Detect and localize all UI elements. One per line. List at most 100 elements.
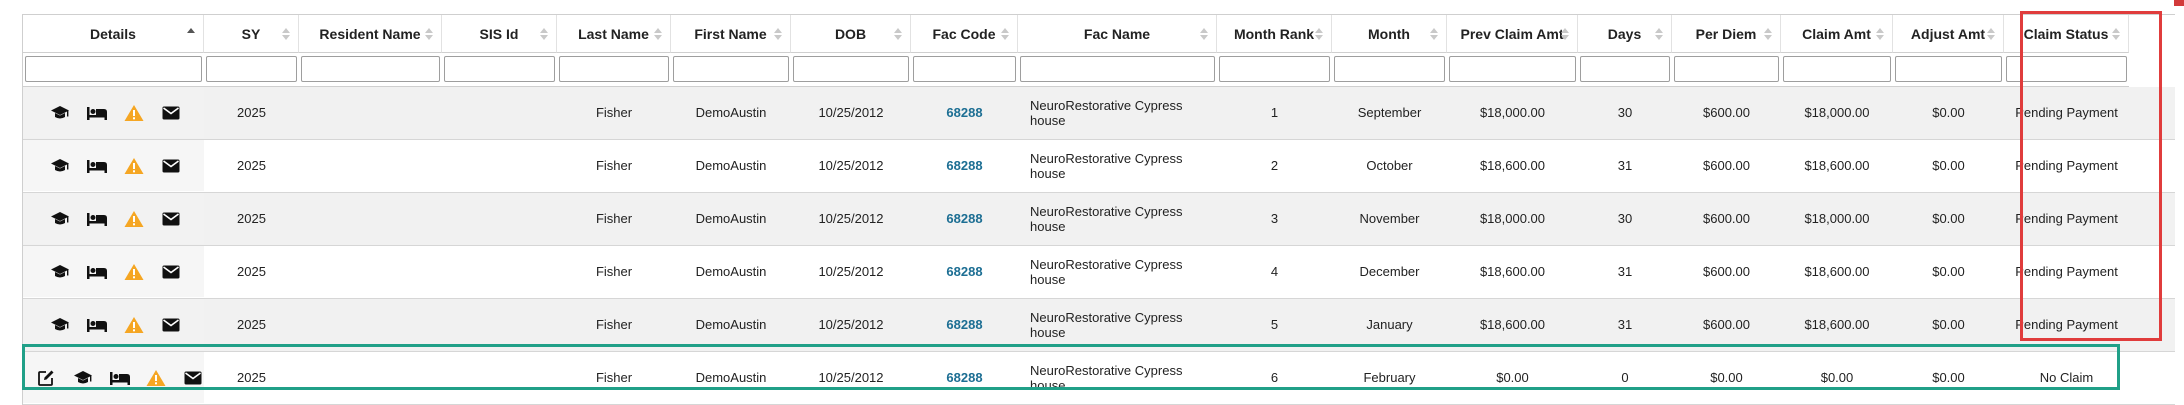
- table-row[interactable]: 2025 Fisher DemoAustin 10/25/2012 68288 Neuro…: [23, 299, 2175, 352]
- sort-icon[interactable]: [1001, 28, 1009, 40]
- filter-input-month-rank[interactable]: [1219, 56, 1330, 82]
- warning-icon[interactable]: [123, 209, 145, 229]
- cell-adjust-amt: $0.00: [1893, 299, 2004, 350]
- warning-icon[interactable]: [123, 262, 145, 282]
- table-row[interactable]: 2025 Fisher DemoAustin 10/25/2012 68288 Neuro…: [23, 140, 2175, 193]
- sort-icon[interactable]: [1315, 28, 1323, 40]
- cell-value: $600.00: [1703, 264, 1750, 279]
- sort-icon[interactable]: [1655, 28, 1663, 40]
- table-row[interactable]: 2025 Fisher DemoAustin 10/25/2012 68288 Neuro…: [23, 193, 2175, 246]
- edit-icon[interactable]: [35, 368, 57, 388]
- filter-input-month[interactable]: [1334, 56, 1445, 82]
- filter-cell: [1672, 53, 1781, 87]
- column-header-sis-id[interactable]: SIS Id: [442, 15, 557, 53]
- sort-icon[interactable]: [1200, 28, 1208, 40]
- envelope-icon[interactable]: [160, 103, 182, 123]
- filter-input-prev-claim-amt[interactable]: [1449, 56, 1576, 82]
- sort-icon[interactable]: [894, 28, 902, 40]
- warning-icon[interactable]: [123, 103, 145, 123]
- column-header-fac-name[interactable]: Fac Name: [1018, 15, 1217, 53]
- envelope-icon[interactable]: [160, 156, 182, 176]
- filter-input-first-name[interactable]: [673, 56, 789, 82]
- warning-icon[interactable]: [146, 368, 168, 388]
- envelope-icon[interactable]: [160, 315, 182, 335]
- column-header-claim-status[interactable]: Claim Status: [2004, 15, 2129, 53]
- cell-claim-amt: $18,600.00: [1781, 246, 1893, 297]
- warning-icon[interactable]: [123, 156, 145, 176]
- filter-input-claim-amt[interactable]: [1783, 56, 1891, 82]
- filter-input-details[interactable]: [25, 56, 202, 82]
- envelope-icon[interactable]: [160, 209, 182, 229]
- bed-icon[interactable]: [86, 315, 108, 335]
- filter-input-adjust-amt[interactable]: [1895, 56, 2002, 82]
- filter-input-last-name[interactable]: [559, 56, 669, 82]
- filter-input-sy[interactable]: [206, 56, 297, 82]
- filter-input-fac-code[interactable]: [913, 56, 1016, 82]
- bed-icon[interactable]: [86, 103, 108, 123]
- graduation-cap-icon[interactable]: [49, 156, 71, 176]
- column-header-month-rank[interactable]: Month Rank: [1217, 15, 1332, 53]
- column-header-last-name[interactable]: Last Name: [557, 15, 671, 53]
- sort-icon[interactable]: [1876, 28, 1884, 40]
- cell-value: $600.00: [1703, 158, 1750, 173]
- sort-icon[interactable]: [2112, 28, 2120, 40]
- fac-code-link[interactable]: 68288: [946, 211, 982, 226]
- bed-icon[interactable]: [86, 209, 108, 229]
- filter-input-fac-name[interactable]: [1020, 56, 1215, 82]
- filter-input-days[interactable]: [1580, 56, 1670, 82]
- column-header-prev-claim-amt[interactable]: Prev Claim Amt: [1447, 15, 1578, 53]
- sort-icon[interactable]: [1764, 28, 1772, 40]
- table-row[interactable]: 2025 Fisher DemoAustin 10/25/2012 68288 Neuro…: [23, 352, 2175, 405]
- column-header-claim-amt[interactable]: Claim Amt: [1781, 15, 1893, 53]
- warning-icon[interactable]: [123, 315, 145, 335]
- bed-icon[interactable]: [86, 262, 108, 282]
- cell-adjust-amt: $0.00: [1893, 87, 2004, 138]
- column-header-fac-code[interactable]: Fac Code: [911, 15, 1018, 53]
- sort-icon[interactable]: [1430, 28, 1438, 40]
- graduation-cap-icon[interactable]: [49, 262, 71, 282]
- bed-icon[interactable]: [86, 156, 108, 176]
- graduation-cap-icon[interactable]: [49, 209, 71, 229]
- sort-icon[interactable]: [654, 28, 662, 40]
- filter-input-resident-name[interactable]: [301, 56, 440, 82]
- sort-icon[interactable]: [425, 28, 433, 40]
- sort-icon[interactable]: [187, 28, 195, 40]
- envelope-icon[interactable]: [182, 368, 204, 388]
- fac-code-link[interactable]: 68288: [946, 105, 982, 120]
- envelope-icon[interactable]: [160, 262, 182, 282]
- table-row[interactable]: 2025 Fisher DemoAustin 10/25/2012 68288 Neuro…: [23, 246, 2175, 299]
- header-row: Details SY Resident Name SIS Id Last Name Fir…: [23, 15, 2175, 53]
- filter-input-dob[interactable]: [793, 56, 909, 82]
- sort-icon[interactable]: [774, 28, 782, 40]
- sort-icon[interactable]: [540, 28, 548, 40]
- fac-code-link[interactable]: 68288: [946, 317, 982, 332]
- bed-icon[interactable]: [109, 368, 131, 388]
- table-row[interactable]: 2025 Fisher DemoAustin 10/25/2012 68288 Neuro…: [23, 87, 2175, 140]
- cell-first-name: DemoAustin: [671, 246, 791, 297]
- column-header-month[interactable]: Month: [1332, 15, 1447, 53]
- column-header-per-diem[interactable]: Per Diem: [1672, 15, 1781, 53]
- sort-icon[interactable]: [1561, 28, 1569, 40]
- cell-value: Pending Payment: [2015, 317, 2118, 332]
- filter-input-sis-id[interactable]: [444, 56, 555, 82]
- column-header-sy[interactable]: SY: [204, 15, 299, 53]
- fac-code-link[interactable]: 68288: [946, 370, 982, 385]
- filter-input-per-diem[interactable]: [1674, 56, 1779, 82]
- column-header-first-name[interactable]: First Name: [671, 15, 791, 53]
- column-header-adjust-amt[interactable]: Adjust Amt: [1893, 15, 2004, 53]
- graduation-cap-icon[interactable]: [49, 103, 71, 123]
- column-header-days[interactable]: Days: [1578, 15, 1672, 53]
- sort-icon[interactable]: [1987, 28, 1995, 40]
- cell-per-diem: $600.00: [1672, 193, 1781, 244]
- graduation-cap-icon[interactable]: [72, 368, 94, 388]
- column-header-dob[interactable]: DOB: [791, 15, 911, 53]
- cell-value: $0.00: [1932, 264, 1965, 279]
- fac-code-link[interactable]: 68288: [946, 158, 982, 173]
- column-header-resident-name[interactable]: Resident Name: [299, 15, 442, 53]
- fac-code-link[interactable]: 68288: [946, 264, 982, 279]
- sort-icon[interactable]: [282, 28, 290, 40]
- column-header-details[interactable]: Details: [23, 15, 204, 53]
- filter-input-claim-status[interactable]: [2006, 56, 2127, 82]
- cell-sis-id: [442, 87, 557, 138]
- graduation-cap-icon[interactable]: [49, 315, 71, 335]
